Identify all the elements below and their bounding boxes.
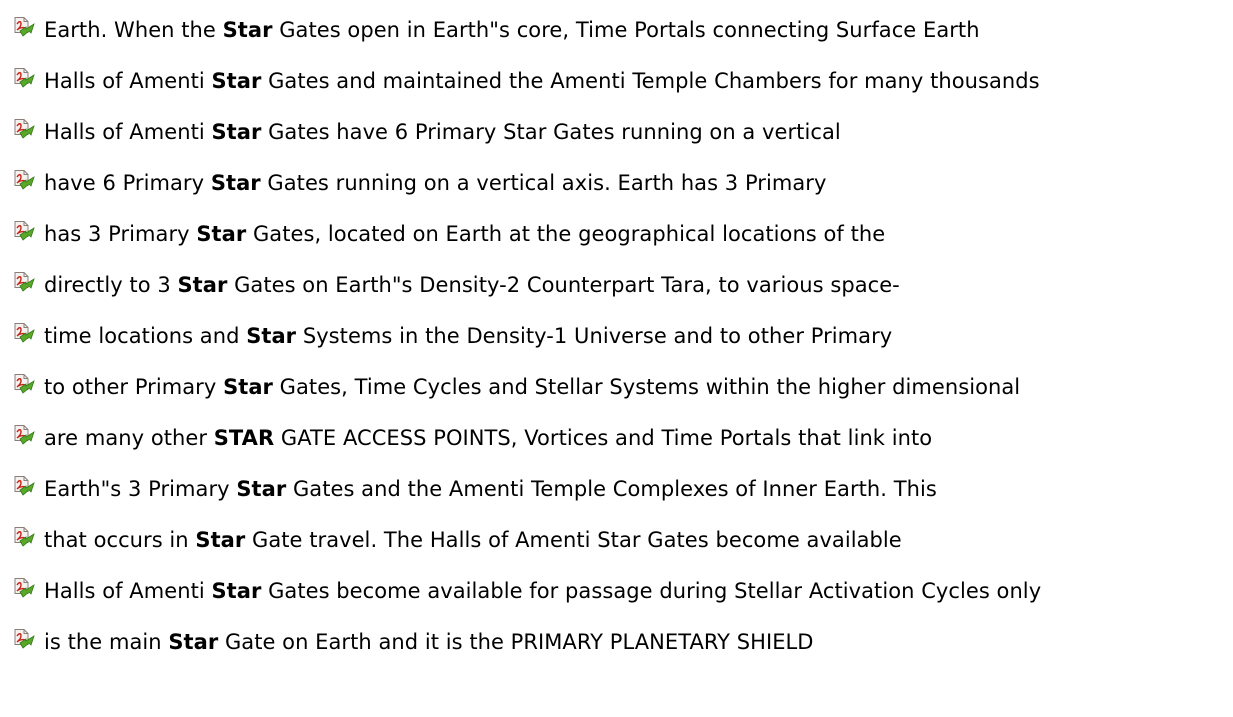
search-result-text: Earth"s 3 Primary Star Gates and the Ame…	[44, 477, 937, 501]
snippet-after: Gates, located on Earth at the geographi…	[246, 221, 886, 246]
search-result-item[interactable]: Halls of Amenti Star Gates become availa…	[0, 565, 1233, 616]
pdf-document-icon	[12, 118, 38, 142]
snippet-after: Gates open in Earth"s core, Time Portals…	[272, 17, 980, 42]
snippet-after: Gates and maintained the Amenti Temple C…	[261, 68, 1040, 93]
snippet-after: Gates on Earth"s Density-2 Counterpart T…	[227, 272, 900, 297]
search-result-text: Halls of Amenti Star Gates have 6 Primar…	[44, 120, 841, 144]
snippet-hit: Star	[211, 68, 262, 93]
pdf-document-icon	[12, 424, 38, 448]
search-result-text: time locations and Star Systems in the D…	[44, 324, 892, 348]
search-result-text: has 3 Primary Star Gates, located on Ear…	[44, 222, 885, 246]
pdf-document-icon	[12, 220, 38, 244]
snippet-hit: Star	[211, 578, 262, 603]
pdf-document-icon	[12, 526, 38, 550]
search-result-item[interactable]: to other Primary Star Gates, Time Cycles…	[0, 361, 1233, 412]
snippet-before: directly to 3	[44, 272, 178, 297]
pdf-document-icon	[12, 628, 38, 652]
snippet-after: Gates become available for passage durin…	[261, 578, 1042, 603]
snippet-hit: Star	[195, 527, 246, 552]
search-result-item[interactable]: has 3 Primary Star Gates, located on Ear…	[0, 208, 1233, 259]
snippet-after: Gates have 6 Primary Star Gates running …	[261, 119, 841, 144]
pdf-document-icon	[12, 169, 38, 193]
snippet-after: Gates running on a vertical axis. Earth …	[260, 170, 827, 195]
snippet-before: that occurs in	[44, 527, 196, 552]
snippet-hit: Star	[223, 374, 273, 399]
snippet-hit: Star	[196, 221, 247, 246]
search-result-item[interactable]: is the main Star Gate on Earth and it is…	[0, 616, 1233, 667]
snippet-hit: Star	[236, 476, 287, 501]
search-result-item[interactable]: that occurs in Star Gate travel. The Hal…	[0, 514, 1233, 565]
search-result-item[interactable]: have 6 Primary Star Gates running on a v…	[0, 157, 1233, 208]
search-result-text: to other Primary Star Gates, Time Cycles…	[44, 375, 1020, 399]
search-result-item[interactable]: directly to 3 Star Gates on Earth"s Dens…	[0, 259, 1233, 310]
search-result-item[interactable]: Halls of Amenti Star Gates have 6 Primar…	[0, 106, 1233, 157]
snippet-hit: Star	[211, 119, 262, 144]
snippet-after: Gates and the Amenti Temple Complexes of…	[286, 476, 937, 501]
snippet-before: Halls of Amenti	[44, 119, 212, 144]
pdf-document-icon	[12, 16, 38, 40]
search-result-text: have 6 Primary Star Gates running on a v…	[44, 171, 826, 195]
snippet-hit: Star	[246, 323, 297, 348]
snippet-after: Gates, Time Cycles and Stellar Systems w…	[272, 374, 1021, 399]
search-result-text: Earth. When the Star Gates open in Earth…	[44, 18, 980, 42]
snippet-after: Gate travel. The Halls of Amenti Star Ga…	[245, 527, 902, 552]
snippet-before: has 3 Primary	[44, 221, 197, 246]
search-result-item[interactable]: Earth. When the Star Gates open in Earth…	[0, 4, 1233, 55]
pdf-document-icon	[12, 577, 38, 601]
search-result-item[interactable]: are many other STAR GATE ACCESS POINTS, …	[0, 412, 1233, 463]
snippet-after: GATE ACCESS POINTS, Vortices and Time Po…	[274, 425, 933, 450]
snippet-before: time locations and	[44, 323, 247, 348]
snippet-hit: STAR	[213, 425, 275, 450]
search-result-text: that occurs in Star Gate travel. The Hal…	[44, 528, 902, 552]
snippet-hit: Star	[177, 272, 228, 297]
snippet-before: are many other	[44, 425, 214, 450]
snippet-before: Earth. When the	[44, 17, 223, 42]
search-results-list: Earth. When the Star Gates open in Earth…	[0, 0, 1233, 667]
pdf-document-icon	[12, 322, 38, 346]
search-result-text: Halls of Amenti Star Gates become availa…	[44, 579, 1041, 603]
search-result-item[interactable]: Earth"s 3 Primary Star Gates and the Ame…	[0, 463, 1233, 514]
snippet-before: have 6 Primary	[44, 170, 211, 195]
search-result-text: are many other STAR GATE ACCESS POINTS, …	[44, 426, 932, 450]
snippet-hit: Star	[210, 170, 261, 195]
search-result-item[interactable]: time locations and Star Systems in the D…	[0, 310, 1233, 361]
snippet-after: Gate on Earth and it is the PRIMARY PLAN…	[218, 629, 814, 654]
pdf-document-icon	[12, 373, 38, 397]
snippet-before: Halls of Amenti	[44, 68, 212, 93]
snippet-before: is the main	[44, 629, 169, 654]
pdf-document-icon	[12, 475, 38, 499]
snippet-before: to other Primary	[44, 374, 224, 399]
snippet-hit: Star	[168, 629, 219, 654]
pdf-document-icon	[12, 271, 38, 295]
snippet-after: Systems in the Density-1 Universe and to…	[296, 323, 893, 348]
search-result-text: directly to 3 Star Gates on Earth"s Dens…	[44, 273, 900, 297]
snippet-before: Halls of Amenti	[44, 578, 212, 603]
snippet-hit: Star	[222, 17, 273, 42]
search-result-text: is the main Star Gate on Earth and it is…	[44, 630, 814, 654]
pdf-document-icon	[12, 67, 38, 91]
snippet-before: Earth"s 3 Primary	[44, 476, 237, 501]
search-result-text: Halls of Amenti Star Gates and maintaine…	[44, 69, 1040, 93]
search-result-item[interactable]: Halls of Amenti Star Gates and maintaine…	[0, 55, 1233, 106]
